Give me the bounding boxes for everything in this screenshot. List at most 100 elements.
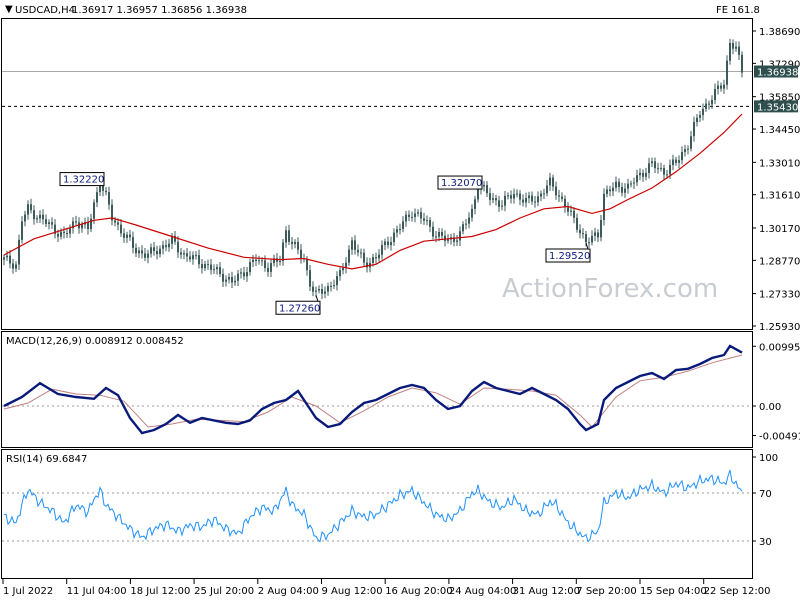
candle-body [147,253,149,258]
candle-body [657,168,659,170]
candle-body [648,163,650,173]
candle-body [738,46,740,55]
candle-body [120,224,122,234]
candle-body [585,234,587,243]
candle-body [417,212,419,214]
candle-body [33,210,35,220]
candle-body [741,54,743,73]
candle-body [225,279,227,282]
candle-body [201,264,203,269]
candle-body [324,291,326,294]
candle-body [48,222,50,224]
candle-body [630,183,632,185]
candle-body [159,248,161,255]
candle-body [372,257,374,263]
candle-body [726,60,728,85]
candle-body [360,252,362,254]
header-dropdown-icon[interactable]: ▼ [5,4,13,15]
candle-body [558,195,560,197]
candle-body [312,286,314,292]
candle-body [606,189,608,194]
symbol-label: USDCAD,H4 [15,5,75,16]
candle-body [663,167,665,175]
level-price-tag-label: 1.35430 [757,102,798,113]
candle-body [3,257,5,260]
candle-body [591,235,593,243]
x-tick-label: 16 Aug 20:00 [385,586,452,597]
candle-body [588,242,590,244]
fe-label: FE 161.8 [716,5,760,16]
candle-body [642,172,644,177]
price-tick-label: 1.27330 [759,290,800,301]
candle-body [249,262,251,273]
candle-body [270,263,272,272]
candle-body [186,253,188,257]
candle-body [426,220,428,222]
candle-body [330,286,332,288]
x-tick-label: 25 Jul 20:00 [194,586,254,597]
candle-body [261,260,263,262]
candle-body [327,286,329,292]
candle-body [105,190,107,193]
candle-body [387,241,389,246]
candle-body [207,264,209,266]
candle-body [297,241,299,250]
candle-body [699,115,701,118]
candle-body [234,280,236,283]
candle-body [711,99,713,105]
price-tick-label: 1.28770 [759,256,800,267]
candle-body [126,234,128,238]
candle-body [678,160,680,163]
candle-body [594,232,596,236]
candle-body [573,210,575,218]
candle-body [222,273,224,282]
candle-body [624,188,626,193]
candle-body [636,175,638,183]
candle-body [516,193,518,195]
x-tick-label: 11 Jul 04:00 [67,586,127,597]
candle-body [351,240,353,250]
candle-body [399,228,401,230]
candle-body [24,214,26,222]
candle-body [627,183,629,189]
candle-body [720,85,722,89]
candle-body [153,247,155,251]
candle-body [81,224,83,229]
candle-body [501,205,503,207]
candle-body [252,259,254,263]
candle-body [525,198,527,203]
candle-body [681,151,683,161]
candle-body [444,235,446,241]
candle-body [255,259,257,262]
candle-body [405,214,407,222]
candle-body [504,195,506,206]
candle-body [384,241,386,246]
candle-body [423,218,425,221]
candle-body [669,164,671,175]
candle-body [108,192,110,205]
candle-body [333,285,335,287]
candle-body [510,195,512,199]
candle-body [414,213,416,217]
candle-body [75,221,77,223]
candle-body [705,103,707,109]
annotation-label: 1.32070 [441,178,482,189]
candle-body [150,247,152,254]
candle-body [216,267,218,270]
candle-body [102,185,104,191]
candle-body [465,223,467,225]
rsi-tick-label: 30 [759,537,772,548]
candle-body [228,276,230,280]
candle-body [534,201,536,203]
candle-body [300,249,302,259]
candle-body [51,222,53,225]
candle-body [90,218,92,229]
candle-body [219,267,221,274]
candle-body [144,253,146,258]
candle-body [18,239,20,265]
candle-body [240,272,242,274]
annotation-label: 1.29520 [549,251,590,262]
candle-body [420,212,422,219]
candle-body [489,193,491,200]
candle-body [645,172,647,177]
